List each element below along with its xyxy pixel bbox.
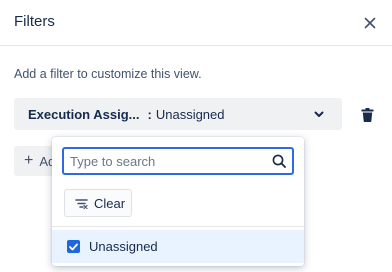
close-button[interactable] <box>358 11 382 35</box>
filter-value: Unassigned <box>155 106 225 122</box>
filter-value-dropdown: Clear Unassigned <box>52 137 304 266</box>
checkmark-icon <box>69 243 78 250</box>
clear-filter-icon <box>75 198 88 209</box>
checkbox-checked[interactable] <box>67 240 80 253</box>
plus-icon: + <box>24 152 34 169</box>
panel-description: Add a filter to customize this view. <box>14 67 202 81</box>
delete-filter-button[interactable] <box>356 104 378 126</box>
panel-header: Filters <box>0 0 392 46</box>
option-label: Unassigned <box>89 239 158 254</box>
clear-button[interactable]: Clear <box>64 189 132 217</box>
filter-separator: : <box>147 106 152 122</box>
search-input[interactable] <box>70 152 260 170</box>
filters-panel: Filters Add a filter to customize this v… <box>0 0 392 272</box>
dropdown-divider <box>52 226 304 227</box>
search-box[interactable] <box>62 147 294 175</box>
chevron-down-icon <box>314 111 324 117</box>
trash-icon <box>361 108 373 122</box>
panel-title: Filters <box>14 13 55 30</box>
option-unassigned[interactable]: Unassigned <box>52 230 304 263</box>
clear-label: Clear <box>94 195 126 211</box>
filter-field-label: Execution Assig... <box>28 106 140 122</box>
search-icon <box>272 154 286 168</box>
close-icon <box>364 17 376 29</box>
filter-chip-execution-assignee[interactable]: Execution Assig... : Unassigned <box>14 98 342 130</box>
